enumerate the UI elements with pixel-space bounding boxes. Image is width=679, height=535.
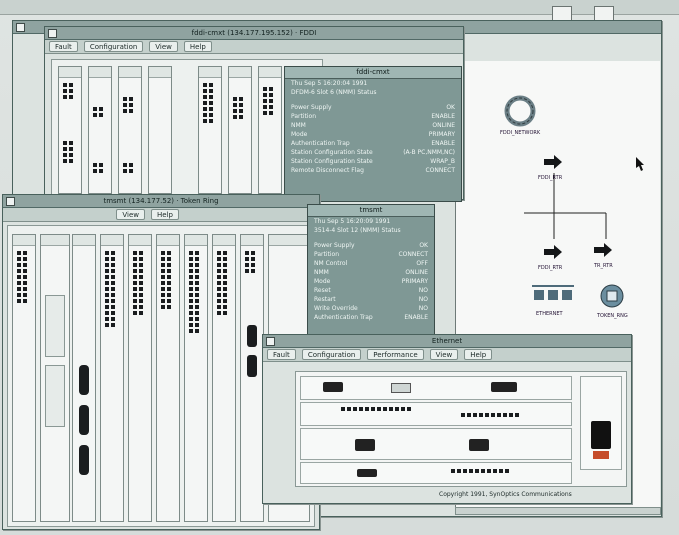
token-status-title: tmsmt	[308, 205, 434, 217]
desktop-top-bar	[0, 0, 679, 15]
ethernet-menubar: Fault Configuration Performance View Hel…	[263, 348, 631, 362]
token-ring-window-title: tmsmt (134.177.52) · Token Ring	[103, 197, 219, 205]
menu-configuration[interactable]: Configuration	[301, 349, 362, 360]
topology-h-scrollbar[interactable]	[455, 507, 661, 515]
ethernet-chassis	[295, 371, 627, 487]
fddi-menubar: Fault Configuration View Help	[45, 40, 463, 54]
menu-help[interactable]: Help	[464, 349, 493, 360]
menu-view[interactable]: View	[149, 41, 178, 52]
status-row: Reset NO	[314, 287, 428, 294]
label-router-3: TR_RTR	[594, 263, 613, 269]
close-icon[interactable]	[16, 23, 25, 32]
status-row: Station Configuration State (A-B PC,NMM,N…	[291, 149, 455, 156]
status-row: Mode PRIMARY	[314, 278, 428, 285]
token-slot-8[interactable]	[212, 234, 236, 522]
label-fddi-network: FDDI_NETWORK	[500, 130, 541, 136]
token-slot-6[interactable]	[156, 234, 180, 522]
menu-view[interactable]: View	[116, 209, 146, 220]
status-row: Write Override NO	[314, 305, 428, 312]
token-ring-titlebar[interactable]: tmsmt (134.177.52) · Token Ring	[3, 195, 319, 208]
fddi-status-title: fddi-cmxt	[285, 67, 461, 79]
ethernet-node-icon-3	[562, 290, 572, 300]
token-status-slot: 3514-4 Slot 12 (NMM) Status	[314, 227, 401, 234]
fddi-slot-2[interactable]	[88, 66, 112, 194]
status-row: Power Supply OK	[291, 104, 455, 111]
close-icon[interactable]	[266, 337, 275, 346]
fddi-slot-6[interactable]	[228, 66, 252, 194]
fddi-slot-5[interactable]	[198, 66, 222, 194]
menu-fault[interactable]: Fault	[49, 41, 78, 52]
token-slot-4[interactable]	[100, 234, 124, 522]
ethernet-copyright: Copyright 1991, SynOptics Communications	[439, 491, 572, 498]
token-slot-9[interactable]	[240, 234, 264, 522]
power-indicator-icon	[593, 451, 609, 459]
menu-performance[interactable]: Performance	[367, 349, 424, 360]
ethernet-node-icon-2	[548, 290, 558, 300]
token-ring-menubar: View Help	[3, 208, 319, 222]
router-icon-1	[544, 155, 562, 169]
fddi-slot-1[interactable]	[58, 66, 82, 194]
fddi-ring-dots-icon	[506, 97, 534, 125]
status-row: Power Supply OK	[314, 242, 428, 249]
fddi-status-date: Thu Sep 5 16:20:04 1991	[291, 80, 368, 87]
ethernet-window[interactable]: Ethernet Fault Configuration Performance…	[262, 334, 632, 504]
menu-fault[interactable]: Fault	[267, 349, 296, 360]
status-row: Authentication Trap ENABLE	[314, 314, 428, 321]
ethernet-card-4[interactable]	[300, 462, 572, 484]
token-slot-3[interactable]	[72, 234, 96, 522]
menu-help[interactable]: Help	[151, 209, 179, 220]
close-icon[interactable]	[48, 29, 57, 38]
menu-help[interactable]: Help	[183, 41, 212, 52]
status-row: Station Configuration State WRAP_B	[291, 158, 455, 165]
status-row: NMM ONLINE	[314, 269, 428, 276]
token-slot-2[interactable]	[40, 234, 70, 522]
menu-view[interactable]: View	[429, 349, 459, 360]
ethernet-power-module[interactable]	[580, 376, 622, 470]
ethernet-window-title: Ethernet	[431, 337, 463, 345]
fddi-status-slot: DFDM-6 Slot 6 (NMM) Status	[291, 89, 377, 96]
token-status-date: Thu Sep 5 16:20:09 1991	[314, 218, 391, 225]
router-icon-2	[544, 245, 562, 259]
status-row: Mode PRIMARY	[291, 131, 455, 138]
token-slot-7[interactable]	[184, 234, 208, 522]
status-row: Partition CONNECT	[314, 251, 428, 258]
ethernet-card-3[interactable]	[300, 428, 572, 460]
status-row: Authentication Trap ENABLE	[291, 140, 455, 147]
arrow-cursor-icon	[636, 157, 644, 171]
ethernet-card-2[interactable]	[300, 402, 572, 426]
token-slot-1[interactable]	[12, 234, 36, 522]
fddi-status-panel[interactable]: fddi-cmxt Thu Sep 5 16:20:04 1991 DFDM-6…	[284, 66, 462, 202]
token-status-panel[interactable]: tmsmt Thu Sep 5 16:20:09 1991 3514-4 Slo…	[307, 204, 435, 342]
label-token-ring: TOKEN_RNG	[597, 313, 628, 319]
status-row: Partition ENABLE	[291, 113, 455, 120]
fddi-slot-4[interactable]	[148, 66, 172, 194]
close-icon[interactable]	[6, 197, 15, 206]
fddi-slot-7[interactable]	[258, 66, 282, 194]
fddi-chassis	[51, 59, 323, 197]
label-router-1: FDDI_RTR	[538, 175, 563, 181]
power-switch-icon[interactable]	[591, 421, 611, 449]
fddi-slot-3[interactable]	[118, 66, 142, 194]
status-row: NM Control OFF	[314, 260, 428, 267]
status-row: Remote Disconnect Flag CONNECT	[291, 167, 455, 174]
router-icon-3	[594, 243, 612, 257]
ethernet-titlebar[interactable]: Ethernet	[263, 335, 631, 348]
label-ethernet: ETHERNET	[536, 311, 563, 317]
fddi-window-title: fddi-cmxt (134.177.195.152) · FDDI	[191, 29, 317, 37]
token-slot-5[interactable]	[128, 234, 152, 522]
status-row: Restart NO	[314, 296, 428, 303]
menu-configuration[interactable]: Configuration	[83, 41, 144, 52]
ethernet-card-1[interactable]	[300, 376, 572, 400]
label-router-2: FDDI_RTR	[538, 265, 563, 271]
ethernet-node-icon-1	[534, 290, 544, 300]
status-row: NMM ONLINE	[291, 122, 455, 129]
fddi-titlebar[interactable]: fddi-cmxt (134.177.195.152) · FDDI	[45, 27, 463, 40]
